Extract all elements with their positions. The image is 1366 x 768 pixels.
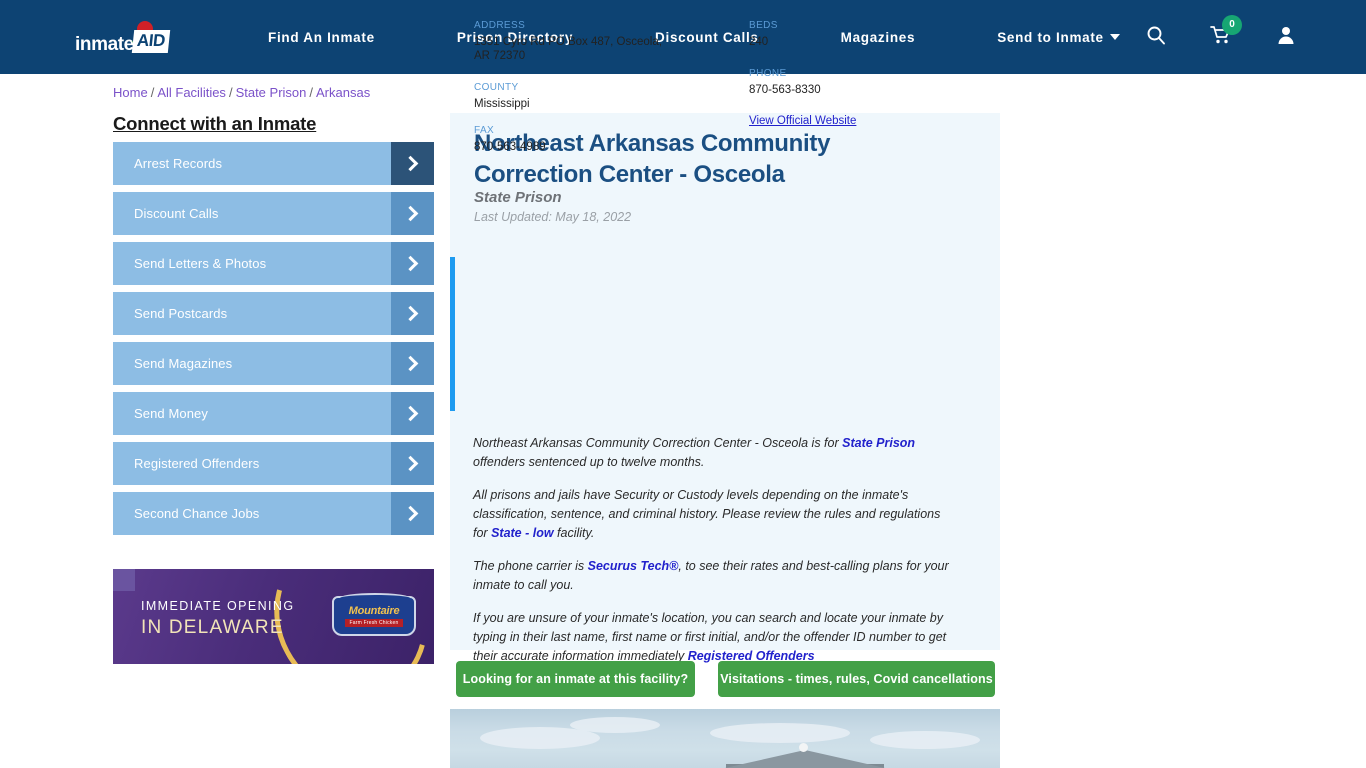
facility-info-column-left: ADDRESS 1351 Cyro Rd PO Box 487, Osceola…: [474, 20, 679, 168]
ad-brand-logo-arch: [340, 593, 410, 603]
inline-link-state-low[interactable]: State - low: [491, 526, 554, 540]
chevron-right-icon: [391, 392, 434, 435]
sidebar-advertisement-banner[interactable]: IMMEDIATE OPENING IN DELAWARE Mountaire …: [113, 569, 434, 664]
field-label: ADDRESS: [474, 20, 526, 31]
description-paragraph-2: All prisons and jails have Security or C…: [473, 486, 955, 543]
sidebar-item-label: Send Money: [134, 406, 208, 421]
paragraph-2-text-b: facility.: [553, 526, 595, 540]
paragraph-1-text-a: Northeast Arkansas Community Correction …: [473, 436, 843, 450]
sidebar-item-label: Send Letters & Photos: [134, 256, 267, 271]
chevron-right-icon: [391, 192, 434, 235]
logo-text-aid: AID: [131, 30, 170, 53]
facility-info-box: [450, 257, 1000, 411]
breadcrumb-separator: /: [150, 85, 155, 100]
breadcrumb-separator: /: [228, 85, 233, 100]
site-logo[interactable]: inmate AID: [75, 18, 195, 56]
chevron-right-icon: [391, 442, 434, 485]
sidebar-item-registered-offenders[interactable]: Registered Offenders: [113, 442, 434, 485]
facility-description: Northeast Arkansas Community Correction …: [473, 434, 955, 680]
chevron-right-icon: [391, 342, 434, 385]
field-label: PHONE: [749, 68, 787, 79]
cart-icon[interactable]: 0: [1210, 14, 1242, 50]
sidebar-item-label: Send Magazines: [134, 356, 233, 371]
chevron-right-icon: [391, 242, 434, 285]
field-value: 870-563-4989: [474, 141, 546, 153]
cloud-decoration: [870, 731, 980, 749]
facility-field-website: View Official Website: [749, 111, 954, 129]
field-label: BEDS: [749, 20, 778, 31]
breadcrumb-item-arkansas[interactable]: Arkansas: [316, 85, 370, 100]
inline-link-securus-tech[interactable]: Securus Tech®: [588, 559, 679, 573]
inline-link-state-prison[interactable]: State Prison: [842, 436, 915, 450]
sidebar-item-second-chance-jobs[interactable]: Second Chance Jobs: [113, 492, 434, 535]
sidebar-item-arrest-records[interactable]: Arrest Records: [113, 142, 434, 185]
facility-photo: [450, 709, 1000, 768]
chevron-right-icon: [391, 292, 434, 335]
building-antenna: [799, 743, 808, 752]
sidebar-item-send-money[interactable]: Send Money: [113, 392, 434, 435]
ad-corner-decoration: [113, 569, 135, 591]
chevron-right-icon: [391, 492, 434, 535]
field-label: FAX: [474, 125, 495, 136]
facility-field-address: ADDRESS 1351 Cyro Rd PO Box 487, Osceola…: [474, 20, 679, 63]
user-icon[interactable]: [1276, 25, 1296, 50]
last-updated-text: Last Updated: May 18, 2022: [474, 210, 632, 224]
view-official-website-link[interactable]: View Official Website: [749, 115, 856, 127]
sidebar-item-send-magazines[interactable]: Send Magazines: [113, 342, 434, 385]
nav-link-send-to-inmate-label: Send to Inmate: [997, 29, 1104, 45]
sidebar-item-send-letters-photos[interactable]: Send Letters & Photos: [113, 242, 434, 285]
chevron-right-icon: [391, 142, 434, 185]
nav-link-find-an-inmate[interactable]: Find An Inmate: [268, 30, 375, 45]
sidebar-item-send-postcards[interactable]: Send Postcards: [113, 292, 434, 335]
breadcrumb-item-home[interactable]: Home: [113, 85, 148, 100]
description-paragraph-1: Northeast Arkansas Community Correction …: [473, 434, 955, 472]
facility-field-phone: PHONE 870-563-8330: [749, 68, 954, 97]
sidebar-item-label: Arrest Records: [134, 156, 223, 171]
description-paragraph-4: If you are unsure of your inmate's locat…: [473, 609, 955, 666]
nav-icon-group: 0: [1146, 0, 1296, 74]
field-value: 870-563-8330: [749, 84, 821, 96]
facility-info-column-right: BEDS 240 PHONE 870-563-8330 View Officia…: [749, 20, 954, 143]
sidebar-menu: Arrest Records Discount Calls Send Lette…: [113, 142, 434, 542]
search-icon[interactable]: [1146, 25, 1166, 50]
breadcrumb-item-all-facilities[interactable]: All Facilities: [157, 85, 226, 100]
ad-brand-tagline: Farm Fresh Chicken: [344, 619, 404, 627]
field-value: 240: [749, 36, 769, 48]
top-navigation-bar: inmate AID Find An Inmate Prison Directo…: [0, 0, 1366, 74]
sidebar-item-discount-calls[interactable]: Discount Calls: [113, 192, 434, 235]
ad-headline-line1: IMMEDIATE OPENING: [141, 599, 295, 613]
description-paragraph-3: The phone carrier is Securus Tech®, to s…: [473, 557, 955, 595]
ad-brand-logo: Mountaire Farm Fresh Chicken: [332, 593, 416, 636]
breadcrumb-separator: /: [309, 85, 314, 100]
facility-field-fax: FAX 870-563-4989: [474, 125, 679, 154]
ad-brand-name: Mountaire: [348, 605, 400, 617]
visitations-info-button[interactable]: Visitations - times, rules, Covid cancel…: [718, 661, 995, 697]
sidebar-item-label: Second Chance Jobs: [134, 506, 260, 521]
cart-count-badge: 0: [1222, 14, 1242, 35]
facility-type-label: State Prison: [474, 189, 562, 206]
logo-text-inmate: inmate: [75, 34, 134, 55]
cloud-decoration: [710, 723, 850, 743]
field-label: COUNTY: [474, 82, 519, 93]
nav-link-send-to-inmate[interactable]: Send to Inmate: [997, 30, 1120, 45]
sidebar-heading: Connect with an Inmate: [113, 113, 317, 134]
find-inmate-at-facility-button[interactable]: Looking for an inmate at this facility?: [456, 661, 695, 697]
sidebar-item-label: Send Postcards: [134, 306, 228, 321]
field-value: 1351 Cyro Rd PO Box 487, Osceola, AR 723…: [474, 36, 662, 62]
sidebar-item-label: Discount Calls: [134, 206, 219, 221]
facility-field-beds: BEDS 240: [749, 20, 954, 49]
cloud-decoration: [570, 717, 660, 733]
breadcrumb: Home / All Facilities / State Prison / Arkansa…: [113, 85, 370, 100]
chevron-down-icon: [1109, 33, 1120, 40]
paragraph-3-text-a: The phone carrier is: [473, 559, 588, 573]
primary-nav-links: Find An Inmate Prison Directory Discount…: [268, 0, 1120, 74]
building-roof: [725, 750, 885, 768]
field-value: Mississippi: [474, 98, 530, 110]
facility-field-county: COUNTY Mississippi: [474, 82, 679, 111]
paragraph-1-text-b: offenders sentenced up to twelve months.: [473, 455, 705, 469]
ad-headline-line2: IN DELAWARE: [141, 617, 284, 638]
sidebar-item-label: Registered Offenders: [134, 456, 260, 471]
breadcrumb-item-state-prison[interactable]: State Prison: [236, 85, 307, 100]
